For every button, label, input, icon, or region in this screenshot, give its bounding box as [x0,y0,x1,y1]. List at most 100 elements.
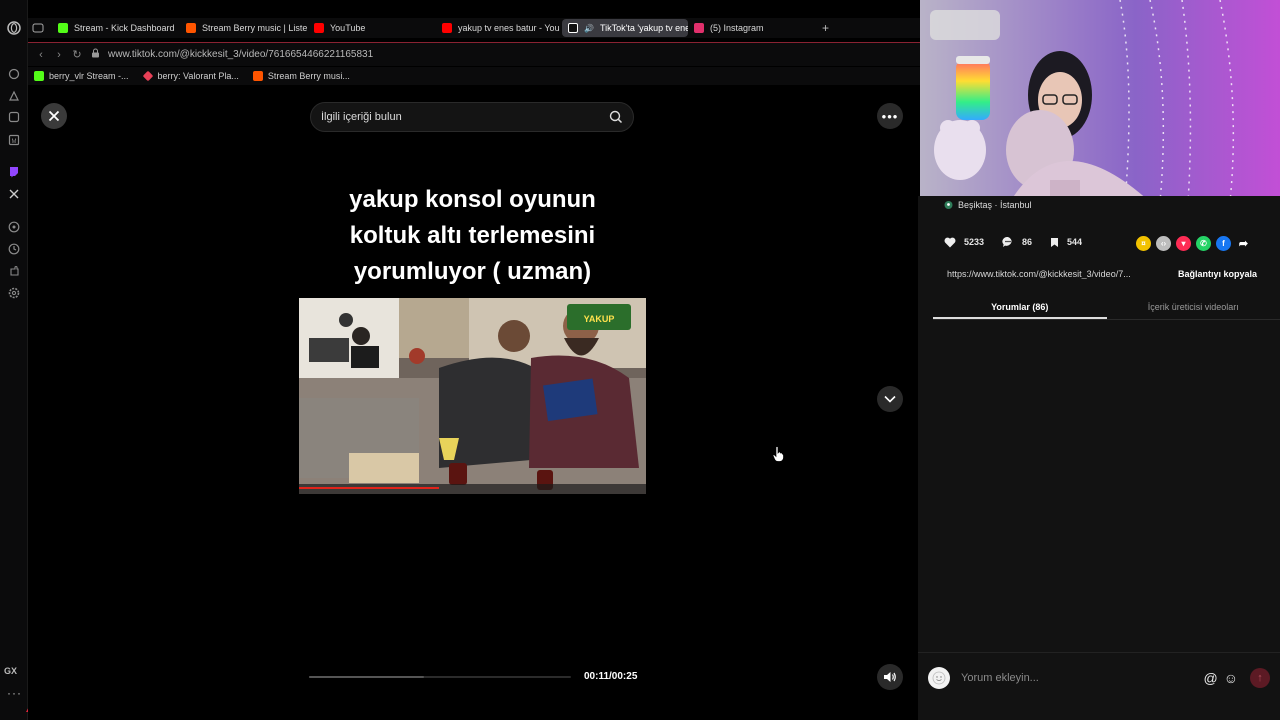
youtube-icon [442,23,452,33]
opera-menu-icon[interactable] [5,19,23,37]
coin-gift-icon[interactable]: ¤ [1136,236,1151,251]
youtube-icon [314,23,324,33]
svg-text:M: M [12,139,17,145]
tab-creator-videos[interactable]: İçerik üreticisi videoları [1107,296,1280,319]
comment-input[interactable] [961,671,1198,684]
caption-line: yorumluyor ( uzman) [353,258,592,285]
search-input[interactable] [321,111,609,123]
copy-link-button[interactable]: Bağlantıyı kopyala [1178,269,1257,279]
address-bar: ‹ › ↻ www.tiktok.com/@kickkesit_3/video/… [28,42,920,66]
save-button[interactable]: 544 [1050,237,1082,248]
send-to-friends-icon[interactable]: ▾ [1176,236,1191,251]
tracker-icon [142,70,153,82]
history-icon[interactable] [5,240,23,258]
facebook-icon[interactable]: f [1216,236,1231,251]
webcam-overlay [920,0,1280,202]
location-pin-icon [944,201,953,209]
workspace-icon[interactable] [28,19,52,37]
tab-label: Stream - Kick Dashboard [74,23,175,33]
url-field[interactable]: www.tiktok.com/@kickkesit_3/video/761665… [108,49,373,60]
tab-label: (5) Instagram [710,23,764,33]
new-tab-button[interactable]: + [822,21,829,35]
play-circle-icon[interactable] [5,218,23,236]
forward-icon[interactable]: › [50,49,68,61]
next-video-button[interactable] [877,386,903,412]
speaker-icon: 🔊 [584,23,594,33]
tab-instagram[interactable]: (5) Instagram [688,19,814,37]
video-stage: ••• yakup konsol oyunun koltuk altı terl… [28,86,918,720]
copy-link-row: https://www.tiktok.com/@kickkesit_3/vide… [947,269,1257,279]
panel-tabs: Yorumlar (86) İçerik üreticisi videoları [933,296,1280,320]
heart-icon [944,237,956,247]
bookmark-item[interactable]: Stream Berry musi... [252,71,350,81]
tab-label: yakup tv enes batur - You [458,23,560,33]
tab-youtube[interactable]: YouTube [308,19,436,37]
video-timecode: 00:11/00:25 [584,671,638,682]
embed-icon[interactable]: ‹› [1156,236,1171,251]
emoji-icon[interactable]: ☺ [1224,670,1238,686]
user-icon [932,671,946,684]
comment-button[interactable]: 86 [1002,236,1032,248]
more-options-button[interactable]: ••• [877,103,903,129]
hand-cursor-icon [772,446,784,462]
twitch-icon[interactable] [5,163,23,181]
extensions-icon[interactable] [5,262,23,280]
location-tag[interactable]: Beşiktaş · İstanbul [944,200,1032,210]
bookmark-item[interactable]: berry: Valorant Pla... [142,70,239,82]
browser-sidebar: M GX ··· [0,0,28,720]
whatsapp-icon[interactable]: ✆ [1196,236,1211,251]
tab-bar: Stream - Kick Dashboard Stream Berry mus… [28,18,920,38]
comment-count: 86 [1022,237,1033,247]
back-icon[interactable]: ‹ [32,49,50,61]
bookmarks-bar: berry_vlr Stream -... berry: Valorant Pl… [28,67,920,85]
like-count: 5233 [964,237,985,247]
svg-text:YAKUP: YAKUP [584,314,615,324]
tab-label: YouTube [330,23,366,33]
engagement-stats: 5233 86 544 [944,236,1100,248]
tab-kick-dashboard[interactable]: Stream - Kick Dashboard [52,19,180,37]
video-link: https://www.tiktok.com/@kickkesit_3/vide… [947,269,1131,279]
bookmark-label: berry: Valorant Pla... [157,71,239,81]
comment-composer: @ ☺ ↑ [918,652,1280,702]
volume-button[interactable] [877,664,903,690]
tab-label: Stream Berry music | Liste [202,23,308,33]
volume-icon [884,672,896,682]
settings-gear-icon[interactable] [5,284,23,302]
video-player[interactable]: YAKUP [299,298,646,494]
tab-youtube-search[interactable]: yakup tv enes batur - You [436,19,562,37]
tiktok-icon [568,23,578,33]
save-count: 544 [1067,237,1083,247]
kick-icon [34,71,44,81]
messenger-icon[interactable]: M [5,131,23,149]
post-comment-button[interactable]: ↑ [1250,667,1270,688]
comment-icon [1002,236,1012,247]
more-dots-icon[interactable]: ··· [7,686,22,700]
gx-label: GX [4,666,18,676]
tab-label: TikTok'ta 'yakup tv ene [599,23,688,33]
x-twitter-icon[interactable] [5,185,23,203]
bookmark-label: berry_vlr Stream -... [49,71,129,81]
tiktok-details-panel: Beşiktaş · İstanbul 5233 86 544 ¤ ‹› ▾ ✆… [918,196,1280,720]
soundcloud-icon [252,71,263,81]
gx-corner-icon[interactable] [5,87,23,105]
like-button[interactable]: 5233 [944,237,984,248]
bookmark-label: Stream Berry musi... [267,71,350,81]
video-progress-bar[interactable] [309,676,571,678]
share-arrow-icon[interactable]: ➦ [1236,236,1251,251]
bookmark-item[interactable]: berry_vlr Stream -... [34,71,129,81]
tab-soundcloud[interactable]: Stream Berry music | Liste [180,19,308,37]
bookmark-icon [1051,237,1059,247]
tab-tiktok[interactable]: 🔊 TikTok'ta 'yakup tv ene [562,19,688,37]
gx-control-icon[interactable] [5,65,23,83]
reload-icon[interactable]: ↻ [68,48,86,61]
share-buttons: ¤ ‹› ▾ ✆ f ➦ [1136,236,1251,251]
lock-icon [86,48,104,61]
player-icon[interactable] [5,108,23,126]
close-button[interactable] [41,103,67,129]
mention-icon[interactable]: @ [1203,670,1217,686]
tab-comments[interactable]: Yorumlar (86) [933,296,1107,319]
search-icon[interactable] [609,110,623,124]
caption-line: koltuk altı terlemesini [349,222,596,249]
video-caption: yakup konsol oyunun koltuk altı terlemes… [299,182,646,290]
location-label: Beşiktaş · İstanbul [958,200,1032,210]
